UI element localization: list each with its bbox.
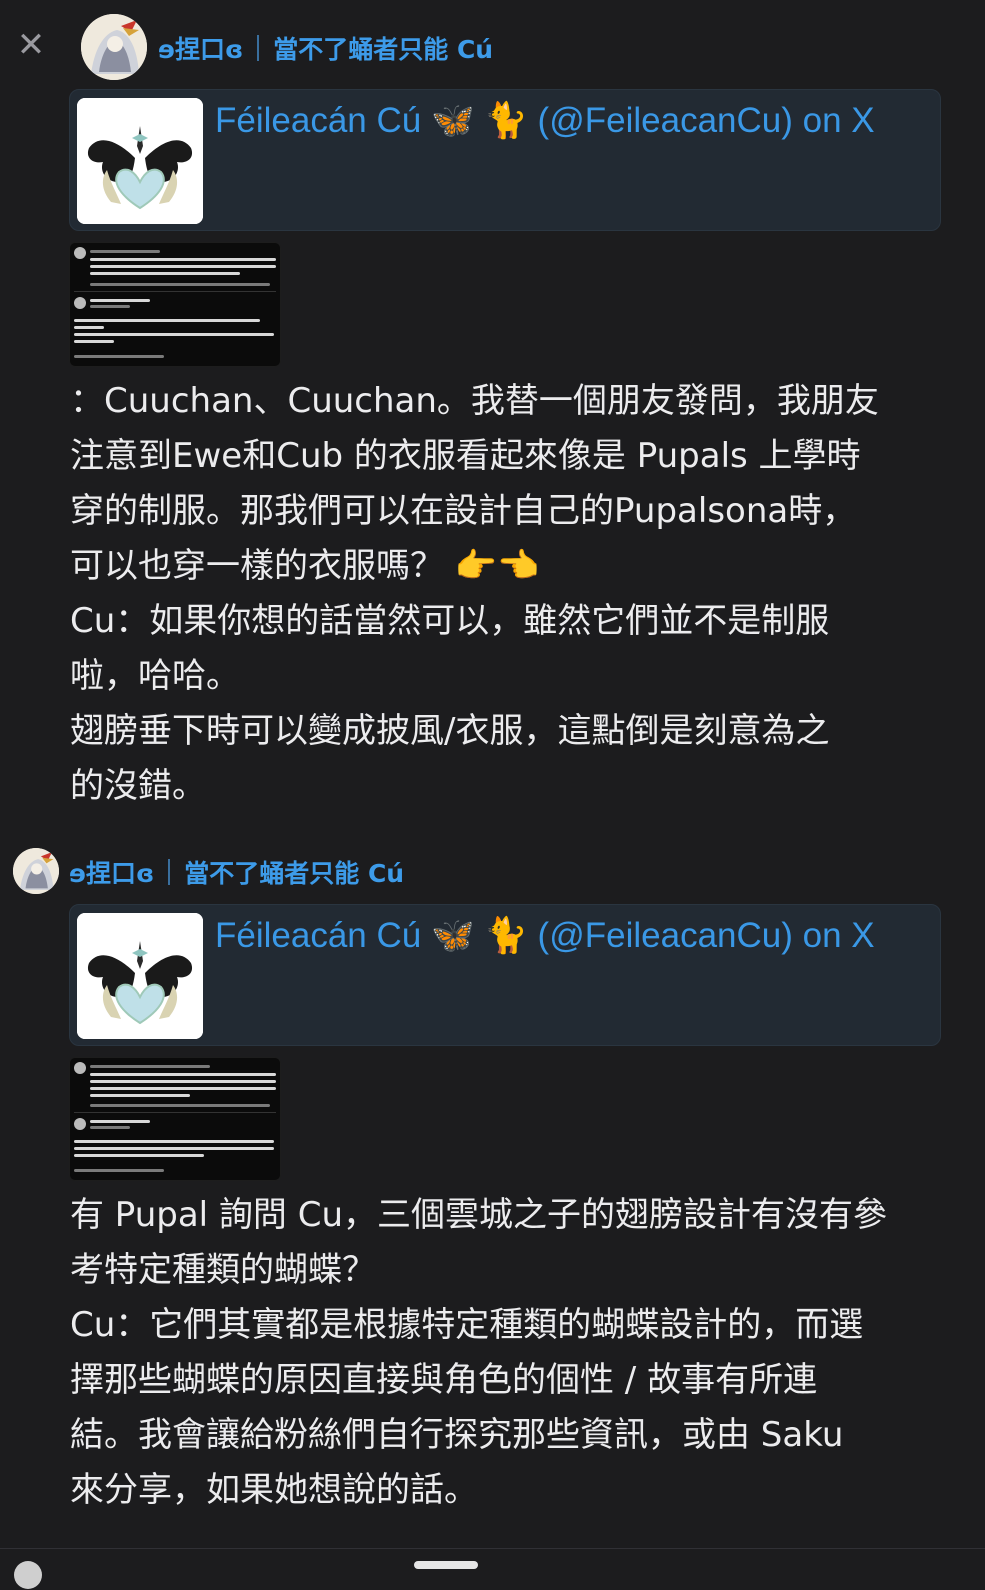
message-line: 可以也穿一樣的衣服嗎？ 👉👈	[70, 546, 540, 586]
embed-thumbnail[interactable]	[77, 913, 203, 1039]
link-embed-card[interactable]: Féileacán Cú 🦋 🐈 (@FeileacanCu) on X	[69, 904, 941, 1046]
message-line: Cu：如果你想的話當然可以，雖然它們並不是制服	[70, 601, 830, 641]
tweet-screenshot-image[interactable]	[69, 242, 281, 367]
divider	[168, 859, 171, 885]
avatar[interactable]	[81, 14, 147, 80]
author-status: 當不了蛹者只能 Cú	[273, 35, 494, 64]
close-icon[interactable]: ✕	[14, 28, 48, 62]
thread-view: ✕ ɘ捏口ɞ 當不了蛹者只能 Cú Féileacán Cú 🦋 🐈 (@Fei…	[0, 0, 985, 1590]
message-text: 有 Pupal 詢問 Cu，三個雲城之子的翅膀設計有沒有參 考特定種類的蝴蝶？ …	[70, 1188, 950, 1518]
author-status: 當不了蛹者只能 Cú	[184, 859, 405, 888]
message-line: 穿的制服。那我們可以在設計自己的Pupalsona時，	[70, 491, 857, 531]
message-line: 有 Pupal 詢問 Cu，三個雲城之子的翅膀設計有沒有參	[70, 1195, 888, 1235]
post-author-row: ɘ捏口ɞ 當不了蛹者只能 Cú	[158, 28, 493, 68]
author-name[interactable]: ɘ捏口ɞ	[158, 30, 243, 66]
message-line: 注意到Ewe和Cub 的衣服看起來像是 Pupals 上學時	[70, 436, 861, 476]
message-line: 考特定種類的蝴蝶？	[70, 1250, 376, 1290]
message-line: 翅膀垂下時可以變成披風/衣服，這點倒是刻意為之	[70, 711, 830, 751]
message-text: ：Cuuchan、Cuuchan。我替一個朋友發問，我朋友 注意到Ewe和Cub…	[70, 374, 950, 814]
message-line: 結。我會讓給粉絲們自行探究那些資訊，或由 Saku	[70, 1415, 844, 1455]
bottom-bar	[0, 1548, 985, 1590]
message-line: 啦，哈哈。	[70, 656, 240, 696]
message-line: 擇那些蝴蝶的原因直接與角色的個性 / 故事有所連	[70, 1360, 818, 1400]
post-author-row: ɘ捏口ɞ 當不了蛹者只能 Cú	[69, 852, 404, 892]
message-line: 來分享，如果她想說的話。	[70, 1470, 478, 1510]
embed-title[interactable]: Féileacán Cú 🦋 🐈 (@FeileacanCu) on X	[215, 915, 928, 956]
link-embed-card[interactable]: Féileacán Cú 🦋 🐈 (@FeileacanCu) on X	[69, 89, 941, 231]
divider	[257, 35, 260, 61]
embed-title[interactable]: Féileacán Cú 🦋 🐈 (@FeileacanCu) on X	[215, 100, 928, 141]
drag-handle[interactable]	[414, 1561, 478, 1569]
message-line: Cu：它們其實都是根據特定種類的蝴蝶設計的，而選	[70, 1305, 864, 1345]
avatar[interactable]	[13, 848, 59, 894]
avatar[interactable]	[14, 1561, 42, 1589]
embed-thumbnail[interactable]	[77, 98, 203, 224]
author-name[interactable]: ɘ捏口ɞ	[69, 854, 154, 890]
tweet-screenshot-image[interactable]	[69, 1057, 281, 1181]
message-line: ：Cuuchan、Cuuchan。我替一個朋友發問，我朋友	[70, 381, 879, 421]
message-line: 的沒錯。	[70, 766, 206, 806]
